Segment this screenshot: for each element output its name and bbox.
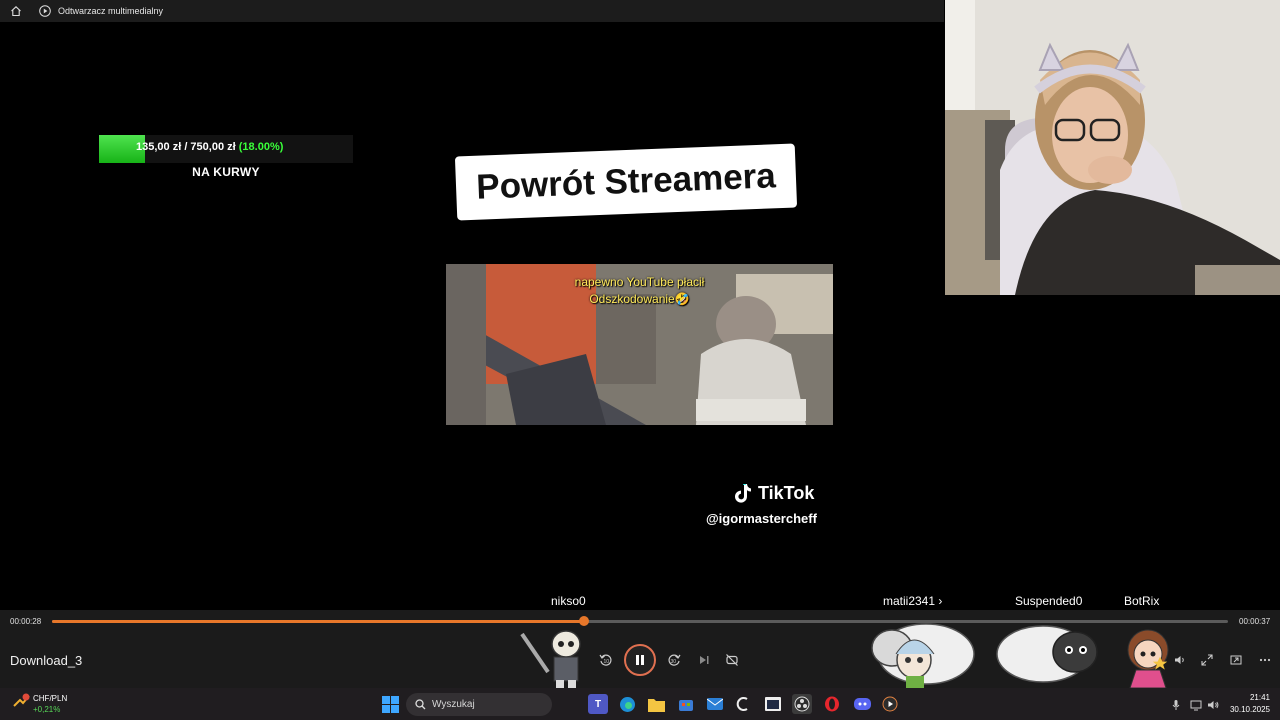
pause-button[interactable]	[624, 644, 656, 676]
app-icon[interactable]	[734, 694, 754, 714]
volume-icon[interactable]	[1172, 652, 1188, 668]
tiktok-brand: TikTok	[758, 482, 815, 503]
tiktok-watermark: TikTok	[733, 482, 814, 504]
donation-goal: 135,00 zł / 750,00 zł (18.00%)	[99, 135, 353, 163]
speaker-icon[interactable]	[1207, 698, 1219, 710]
repeat-off-icon[interactable]	[724, 652, 740, 668]
video-clip: napewno YouTube płacił Odszkodowanie🤣	[446, 264, 833, 425]
pause-icon	[636, 655, 644, 665]
currency-change: +0,21%	[33, 705, 61, 714]
chatter-name: BotRix	[1124, 594, 1160, 608]
network-icon[interactable]	[1190, 698, 1202, 711]
chatter-name: matii2341 ›	[883, 594, 943, 608]
title-bar: Odtwarzacz multimedialny	[0, 0, 944, 22]
file-explorer-icon[interactable]	[646, 694, 666, 714]
seek-bar-played	[52, 620, 585, 623]
window-app-icon[interactable]	[763, 694, 783, 714]
tiktok-note-icon	[733, 482, 753, 504]
clip-caption: napewno YouTube płacił Odszkodowanie🤣	[446, 274, 833, 308]
taskbar-search[interactable]: Wyszukaj	[406, 693, 552, 716]
stream-title-text: Powrót Streamera	[475, 156, 777, 207]
search-icon	[415, 699, 426, 710]
chatter-name: nikso0	[551, 594, 586, 608]
tiktok-handle: @igormastercheff	[706, 511, 817, 526]
miniplayer-icon[interactable]	[1228, 652, 1244, 668]
mail-icon[interactable]	[705, 694, 725, 714]
next-icon[interactable]	[696, 652, 712, 668]
currency-pair: CHF/PLN	[33, 694, 68, 703]
window-title: Odtwarzacz multimedialny	[58, 6, 164, 16]
svg-text:10: 10	[604, 659, 610, 665]
clock-time: 21:41	[1249, 693, 1270, 702]
current-time: 00:00:28	[10, 617, 42, 626]
skeleton-avatar	[518, 622, 598, 692]
media-filename: Download_3	[10, 653, 83, 668]
total-time: 00:00:37	[1239, 617, 1271, 626]
forward-30-icon[interactable]: 30	[666, 652, 682, 668]
clip-caption-line2: Odszkodowanie🤣	[589, 292, 690, 306]
currency-widget-icon[interactable]	[12, 692, 32, 712]
donation-goal-text: 135,00 zł / 750,00 zł (18.00%)	[136, 141, 283, 153]
fullscreen-icon[interactable]	[1199, 652, 1215, 668]
media-player-app-icon	[39, 5, 51, 17]
currency-widget[interactable]: CHF/PLN +0,21%	[33, 693, 67, 715]
chatter-names: nikso0 matii2341 › Suspended0 BotRix	[0, 594, 1280, 608]
media-player-taskbar-icon[interactable]	[880, 694, 900, 714]
obs-icon[interactable]	[792, 694, 812, 714]
donation-amount: 135,00 zł / 750,00 zł	[136, 141, 236, 153]
edge-icon[interactable]	[617, 694, 637, 714]
stream-title-banner: Powrót Streamera	[454, 143, 798, 221]
microphone-icon[interactable]	[1170, 698, 1182, 710]
home-icon[interactable]	[10, 5, 22, 17]
store-icon[interactable]	[676, 694, 696, 714]
opera-icon[interactable]	[822, 694, 842, 714]
more-icon[interactable]	[1257, 652, 1273, 668]
black-sheep-avatar	[993, 614, 1105, 686]
search-placeholder: Wyszukaj	[432, 699, 475, 710]
rewind-10-icon[interactable]: 10	[598, 652, 614, 668]
sheep-girl-avatar	[866, 614, 978, 690]
taskbar: CHF/PLN +0,21% Wyszukaj T 21:41 30.10.20…	[0, 688, 1280, 720]
clock-date: 30.10.2025	[1229, 705, 1270, 714]
clip-caption-line1: napewno YouTube płacił	[574, 275, 705, 289]
webcam-feed	[945, 0, 1280, 295]
teams-icon[interactable]: T	[588, 694, 608, 714]
discord-icon[interactable]	[852, 694, 872, 714]
chatter-name: Suspended0	[1015, 594, 1083, 608]
windows-start-icon[interactable]	[380, 694, 400, 714]
donation-percent: (18.00%)	[238, 141, 284, 153]
taskbar-clock[interactable]: 21:41 30.10.2025	[1226, 692, 1270, 716]
donation-goal-label: NA KURWY	[192, 165, 260, 179]
svg-text:30: 30	[671, 659, 677, 665]
